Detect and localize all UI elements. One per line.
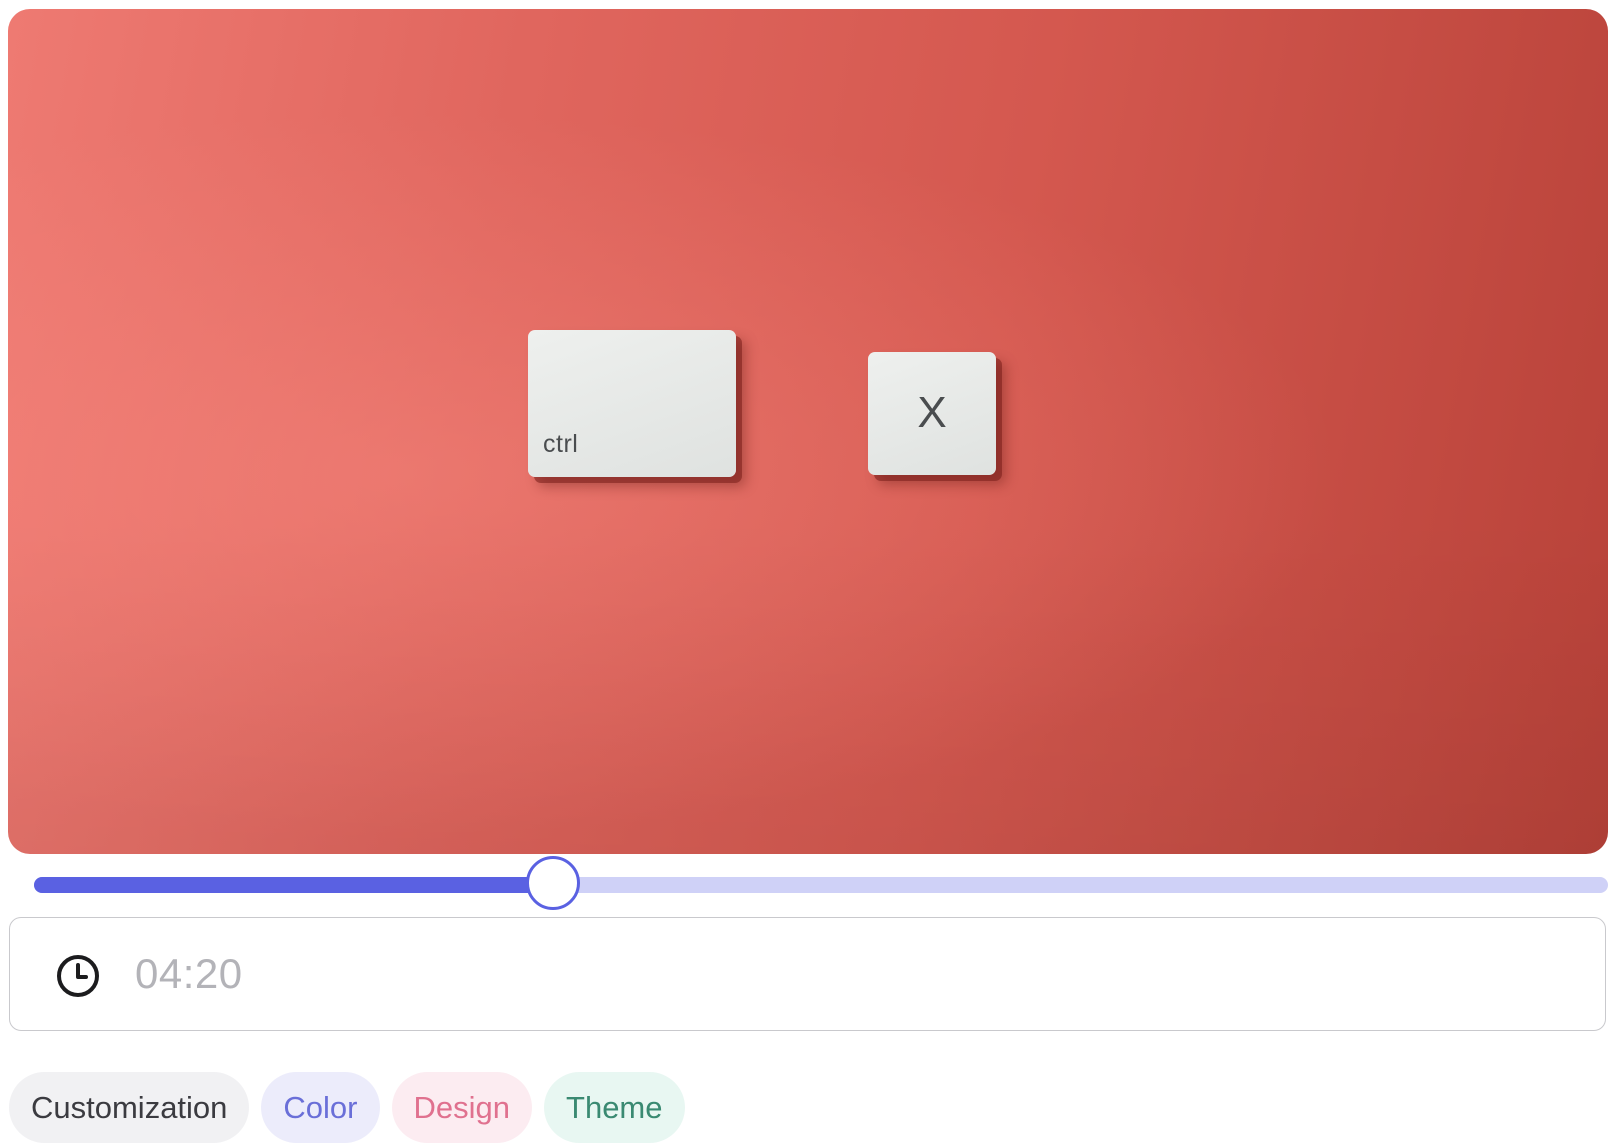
tag-customization[interactable]: Customization	[9, 1072, 250, 1143]
tag-design[interactable]: Design	[391, 1072, 533, 1143]
x-keycap: X	[868, 352, 996, 475]
ctrl-keycap-label: ctrl	[543, 430, 579, 458]
slider-thumb[interactable]	[526, 856, 581, 910]
hero-image: ctrl X	[8, 9, 1608, 854]
time-slider[interactable]	[34, 856, 1608, 910]
tag-color[interactable]: Color	[261, 1072, 380, 1143]
tag-theme[interactable]: Theme	[544, 1072, 685, 1143]
page: ctrl X 04:20 Customization Color Design …	[0, 0, 1608, 1143]
time-value[interactable]: 04:20	[135, 950, 243, 998]
hero-shading	[8, 9, 1608, 854]
tag-list: Customization Color Design Theme	[9, 1072, 685, 1143]
x-keycap-label: X	[917, 388, 947, 437]
slider-fill	[34, 877, 554, 893]
time-input[interactable]: 04:20	[9, 917, 1606, 1031]
clock-icon	[57, 955, 99, 997]
ctrl-keycap: ctrl	[528, 330, 736, 477]
